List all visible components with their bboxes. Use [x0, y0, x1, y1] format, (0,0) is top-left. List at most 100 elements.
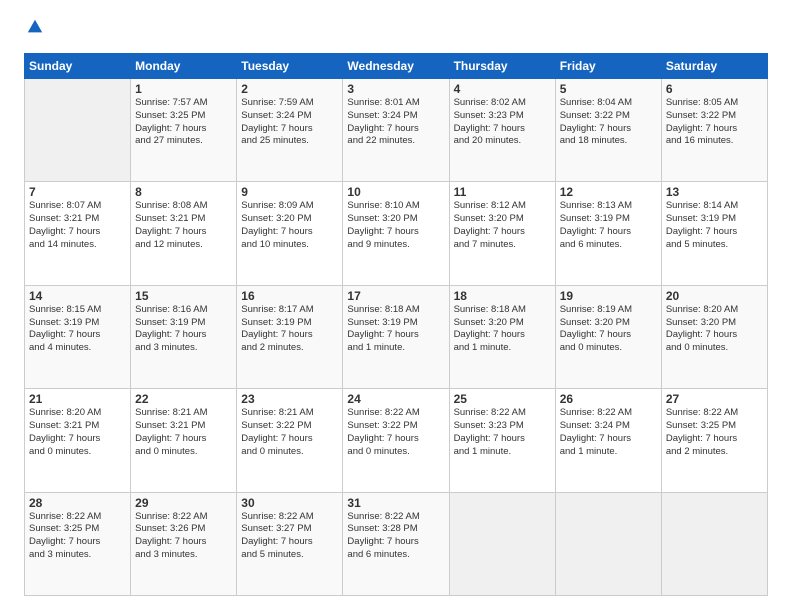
table-row: 8Sunrise: 8:08 AMSunset: 3:21 PMDaylight… [131, 182, 237, 285]
day-info: Sunrise: 8:02 AMSunset: 3:23 PMDaylight:… [454, 97, 551, 148]
table-row [555, 492, 661, 595]
day-number: 10 [347, 185, 444, 199]
table-row: 16Sunrise: 8:17 AMSunset: 3:19 PMDayligh… [237, 285, 343, 388]
day-number: 25 [454, 392, 551, 406]
day-number: 23 [241, 392, 338, 406]
day-info: Sunrise: 8:17 AMSunset: 3:19 PMDaylight:… [241, 304, 338, 355]
table-row: 28Sunrise: 8:22 AMSunset: 3:25 PMDayligh… [25, 492, 131, 595]
day-number: 11 [454, 185, 551, 199]
day-number: 8 [135, 185, 232, 199]
day-info: Sunrise: 8:22 AMSunset: 3:24 PMDaylight:… [560, 407, 657, 458]
table-row: 9Sunrise: 8:09 AMSunset: 3:20 PMDaylight… [237, 182, 343, 285]
table-row: 24Sunrise: 8:22 AMSunset: 3:22 PMDayligh… [343, 389, 449, 492]
table-row: 20Sunrise: 8:20 AMSunset: 3:20 PMDayligh… [661, 285, 767, 388]
day-number: 20 [666, 289, 763, 303]
day-info: Sunrise: 8:10 AMSunset: 3:20 PMDaylight:… [347, 200, 444, 251]
table-row: 3Sunrise: 8:01 AMSunset: 3:24 PMDaylight… [343, 79, 449, 182]
day-number: 27 [666, 392, 763, 406]
day-number: 19 [560, 289, 657, 303]
day-info: Sunrise: 8:21 AMSunset: 3:22 PMDaylight:… [241, 407, 338, 458]
day-info: Sunrise: 8:20 AMSunset: 3:20 PMDaylight:… [666, 304, 763, 355]
table-row: 4Sunrise: 8:02 AMSunset: 3:23 PMDaylight… [449, 79, 555, 182]
page: Sunday Monday Tuesday Wednesday Thursday… [0, 0, 792, 612]
day-number: 7 [29, 185, 126, 199]
day-info: Sunrise: 8:18 AMSunset: 3:19 PMDaylight:… [347, 304, 444, 355]
col-friday: Friday [555, 54, 661, 79]
calendar-week-row: 7Sunrise: 8:07 AMSunset: 3:21 PMDaylight… [25, 182, 768, 285]
day-number: 1 [135, 82, 232, 96]
table-row: 14Sunrise: 8:15 AMSunset: 3:19 PMDayligh… [25, 285, 131, 388]
table-row: 30Sunrise: 8:22 AMSunset: 3:27 PMDayligh… [237, 492, 343, 595]
day-number: 3 [347, 82, 444, 96]
day-info: Sunrise: 8:19 AMSunset: 3:20 PMDaylight:… [560, 304, 657, 355]
table-row [449, 492, 555, 595]
day-number: 12 [560, 185, 657, 199]
day-number: 15 [135, 289, 232, 303]
day-number: 18 [454, 289, 551, 303]
table-row: 18Sunrise: 8:18 AMSunset: 3:20 PMDayligh… [449, 285, 555, 388]
day-info: Sunrise: 8:22 AMSunset: 3:22 PMDaylight:… [347, 407, 444, 458]
day-info: Sunrise: 8:18 AMSunset: 3:20 PMDaylight:… [454, 304, 551, 355]
table-row: 21Sunrise: 8:20 AMSunset: 3:21 PMDayligh… [25, 389, 131, 492]
col-thursday: Thursday [449, 54, 555, 79]
table-row: 17Sunrise: 8:18 AMSunset: 3:19 PMDayligh… [343, 285, 449, 388]
day-info: Sunrise: 8:08 AMSunset: 3:21 PMDaylight:… [135, 200, 232, 251]
col-saturday: Saturday [661, 54, 767, 79]
day-info: Sunrise: 8:22 AMSunset: 3:28 PMDaylight:… [347, 511, 444, 562]
day-number: 30 [241, 496, 338, 510]
day-number: 24 [347, 392, 444, 406]
table-row: 31Sunrise: 8:22 AMSunset: 3:28 PMDayligh… [343, 492, 449, 595]
day-number: 26 [560, 392, 657, 406]
col-monday: Monday [131, 54, 237, 79]
day-info: Sunrise: 8:09 AMSunset: 3:20 PMDaylight:… [241, 200, 338, 251]
day-number: 28 [29, 496, 126, 510]
table-row: 1Sunrise: 7:57 AMSunset: 3:25 PMDaylight… [131, 79, 237, 182]
table-row: 29Sunrise: 8:22 AMSunset: 3:26 PMDayligh… [131, 492, 237, 595]
day-info: Sunrise: 8:22 AMSunset: 3:25 PMDaylight:… [29, 511, 126, 562]
table-row: 12Sunrise: 8:13 AMSunset: 3:19 PMDayligh… [555, 182, 661, 285]
day-info: Sunrise: 8:05 AMSunset: 3:22 PMDaylight:… [666, 97, 763, 148]
day-info: Sunrise: 8:20 AMSunset: 3:21 PMDaylight:… [29, 407, 126, 458]
calendar-week-row: 1Sunrise: 7:57 AMSunset: 3:25 PMDaylight… [25, 79, 768, 182]
day-number: 5 [560, 82, 657, 96]
col-sunday: Sunday [25, 54, 131, 79]
day-number: 17 [347, 289, 444, 303]
day-info: Sunrise: 8:21 AMSunset: 3:21 PMDaylight:… [135, 407, 232, 458]
day-info: Sunrise: 7:57 AMSunset: 3:25 PMDaylight:… [135, 97, 232, 148]
table-row: 5Sunrise: 8:04 AMSunset: 3:22 PMDaylight… [555, 79, 661, 182]
table-row: 10Sunrise: 8:10 AMSunset: 3:20 PMDayligh… [343, 182, 449, 285]
day-info: Sunrise: 8:07 AMSunset: 3:21 PMDaylight:… [29, 200, 126, 251]
day-number: 13 [666, 185, 763, 199]
table-row: 27Sunrise: 8:22 AMSunset: 3:25 PMDayligh… [661, 389, 767, 492]
day-number: 9 [241, 185, 338, 199]
day-info: Sunrise: 8:22 AMSunset: 3:25 PMDaylight:… [666, 407, 763, 458]
calendar-week-row: 28Sunrise: 8:22 AMSunset: 3:25 PMDayligh… [25, 492, 768, 595]
table-row: 25Sunrise: 8:22 AMSunset: 3:23 PMDayligh… [449, 389, 555, 492]
day-number: 31 [347, 496, 444, 510]
day-info: Sunrise: 8:22 AMSunset: 3:26 PMDaylight:… [135, 511, 232, 562]
calendar-week-row: 21Sunrise: 8:20 AMSunset: 3:21 PMDayligh… [25, 389, 768, 492]
table-row: 11Sunrise: 8:12 AMSunset: 3:20 PMDayligh… [449, 182, 555, 285]
day-info: Sunrise: 8:13 AMSunset: 3:19 PMDaylight:… [560, 200, 657, 251]
day-info: Sunrise: 8:14 AMSunset: 3:19 PMDaylight:… [666, 200, 763, 251]
day-info: Sunrise: 8:22 AMSunset: 3:27 PMDaylight:… [241, 511, 338, 562]
calendar-week-row: 14Sunrise: 8:15 AMSunset: 3:19 PMDayligh… [25, 285, 768, 388]
day-info: Sunrise: 8:12 AMSunset: 3:20 PMDaylight:… [454, 200, 551, 251]
day-number: 29 [135, 496, 232, 510]
logo [24, 20, 44, 41]
table-row [661, 492, 767, 595]
table-row: 13Sunrise: 8:14 AMSunset: 3:19 PMDayligh… [661, 182, 767, 285]
day-info: Sunrise: 8:22 AMSunset: 3:23 PMDaylight:… [454, 407, 551, 458]
day-info: Sunrise: 8:01 AMSunset: 3:24 PMDaylight:… [347, 97, 444, 148]
logo-icon [26, 18, 44, 36]
header [24, 20, 768, 41]
table-row: 6Sunrise: 8:05 AMSunset: 3:22 PMDaylight… [661, 79, 767, 182]
day-number: 6 [666, 82, 763, 96]
col-tuesday: Tuesday [237, 54, 343, 79]
table-row: 19Sunrise: 8:19 AMSunset: 3:20 PMDayligh… [555, 285, 661, 388]
day-info: Sunrise: 8:04 AMSunset: 3:22 PMDaylight:… [560, 97, 657, 148]
day-info: Sunrise: 8:16 AMSunset: 3:19 PMDaylight:… [135, 304, 232, 355]
table-row: 7Sunrise: 8:07 AMSunset: 3:21 PMDaylight… [25, 182, 131, 285]
calendar-table: Sunday Monday Tuesday Wednesday Thursday… [24, 53, 768, 596]
calendar-header-row: Sunday Monday Tuesday Wednesday Thursday… [25, 54, 768, 79]
